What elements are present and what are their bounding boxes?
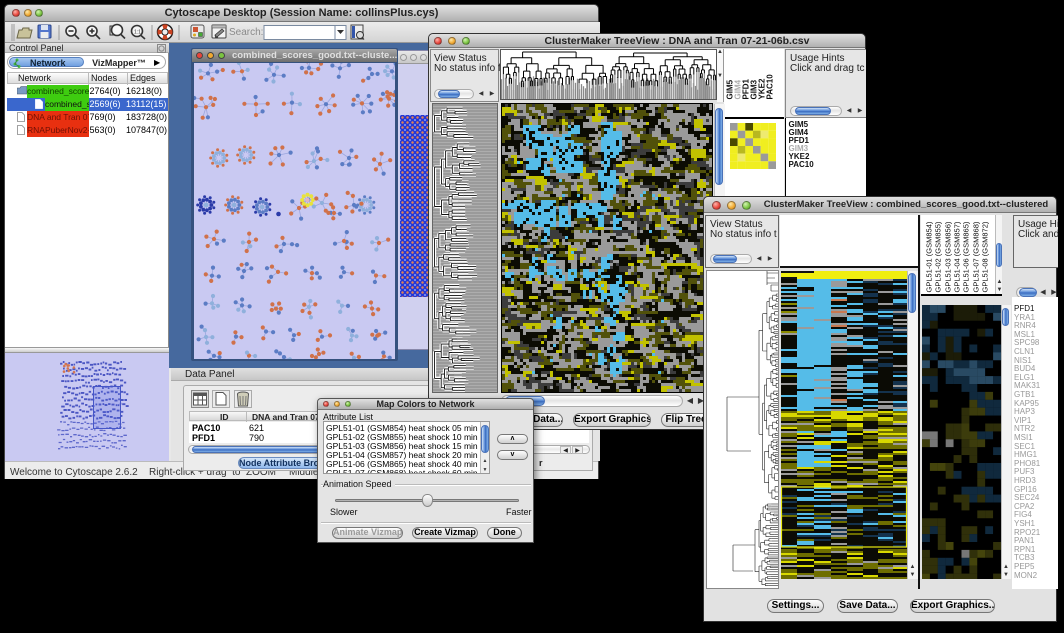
svg-text:1:1: 1:1 xyxy=(134,30,141,36)
svg-text:Search:: Search: xyxy=(229,27,263,38)
